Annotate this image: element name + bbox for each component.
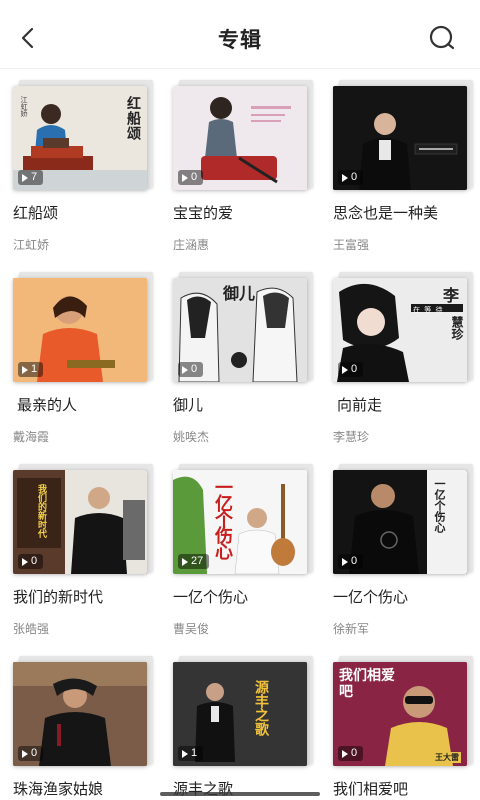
page-title: 专辑 <box>218 29 262 52</box>
album-cover[interactable]: 红船颂 江虹娇 7 <box>13 80 153 192</box>
play-count-badge: 0 <box>18 554 44 569</box>
album-name: 一亿个伤心 <box>173 589 249 606</box>
album-cover[interactable]: 在 等 待 李 慧珍 0 <box>333 272 473 384</box>
album-artist: 江虹娇 <box>13 238 50 252</box>
cover-title: 源丰之歌 <box>253 680 269 736</box>
play-icon <box>182 557 188 566</box>
album-name: 最亲的人 <box>17 397 78 414</box>
play-count-badge: 0 <box>178 362 204 377</box>
cover-subtitle: 在 等 待 <box>413 306 444 314</box>
play-count-badge: 27 <box>178 554 210 569</box>
play-count-badge: 0 <box>338 362 364 377</box>
home-indicator <box>160 792 320 796</box>
play-icon <box>182 365 188 374</box>
play-icon <box>182 173 188 182</box>
album-cover[interactable]: 御儿 0 <box>173 272 313 384</box>
play-count-badge: 0 <box>338 554 364 569</box>
album-name: 我们的新时代 <box>13 589 104 606</box>
album-name: 珠海渔家姑娘 <box>13 781 104 798</box>
album-artist: 曹吴俊 <box>173 622 210 636</box>
album-artist: 庄涵惠 <box>173 238 210 252</box>
album-cover[interactable]: 0 <box>333 80 473 192</box>
play-icon <box>22 749 28 758</box>
cover-title: 我们相爱吧 <box>339 668 395 700</box>
header-divider <box>0 68 480 69</box>
album-name: 宝宝的爱 <box>173 205 234 222</box>
album-cover[interactable]: 我们的新时代 0 <box>13 464 153 576</box>
cover-subtitle: 王大雷 <box>433 752 461 763</box>
cover-subtitle: 江虹娇 <box>20 96 28 117</box>
cover-title-2: 慧珍 <box>450 316 464 340</box>
album-name: 御儿 <box>173 397 204 414</box>
album-cover[interactable]: 1 <box>13 272 153 384</box>
album-cover[interactable]: 0 <box>173 80 313 192</box>
play-count-badge: 1 <box>178 746 204 761</box>
play-count-badge: 0 <box>178 170 204 185</box>
play-icon <box>22 365 28 374</box>
play-icon <box>342 557 348 566</box>
play-icon <box>22 557 28 566</box>
album-artist: 戴海霞 <box>13 430 50 444</box>
cover-title: 李 <box>443 286 460 305</box>
cover-title: 红船颂 <box>125 96 141 141</box>
album-cover[interactable]: 0 <box>13 656 153 768</box>
album-cover[interactable]: 源丰之歌 1 <box>173 656 313 768</box>
top-bar: 专辑 <box>0 0 480 70</box>
album-cover[interactable]: 我们相爱吧 王大雷 0 <box>333 656 473 768</box>
album-name: 向前走 <box>337 397 383 414</box>
play-count-badge: 0 <box>18 746 44 761</box>
play-icon <box>342 749 348 758</box>
album-name: 红船颂 <box>13 205 59 222</box>
search-button[interactable] <box>428 24 456 52</box>
album-artist: 徐新军 <box>333 622 370 636</box>
play-icon <box>22 173 28 182</box>
album-artist: 张皓强 <box>13 622 50 636</box>
play-icon <box>342 365 348 374</box>
cover-title: 我们的新时代 <box>36 484 46 538</box>
play-count-badge: 0 <box>338 746 364 761</box>
album-name: 思念也是一种美 <box>333 205 439 222</box>
album-name: 一亿个伤心 <box>333 589 409 606</box>
album-cover[interactable]: 一亿个伤心 0 <box>333 464 473 576</box>
album-artist: 王富强 <box>333 238 370 252</box>
play-count-badge: 0 <box>338 170 364 185</box>
play-icon <box>342 173 348 182</box>
cover-title: 御儿 <box>223 284 256 303</box>
cover-title: 一亿个伤心 <box>212 478 233 558</box>
album-artist: 李慧珍 <box>333 430 370 444</box>
album-artist: 姚唉杰 <box>173 430 210 444</box>
album-name: 我们相爱吧 <box>333 781 409 798</box>
cover-title: 一亿个伤心 <box>433 478 446 533</box>
play-count-badge: 7 <box>18 170 44 185</box>
search-icon <box>429 25 455 50</box>
album-cover[interactable]: 一亿个伤心 27 <box>173 464 313 576</box>
play-icon <box>182 749 188 758</box>
play-count-badge: 1 <box>18 362 44 377</box>
